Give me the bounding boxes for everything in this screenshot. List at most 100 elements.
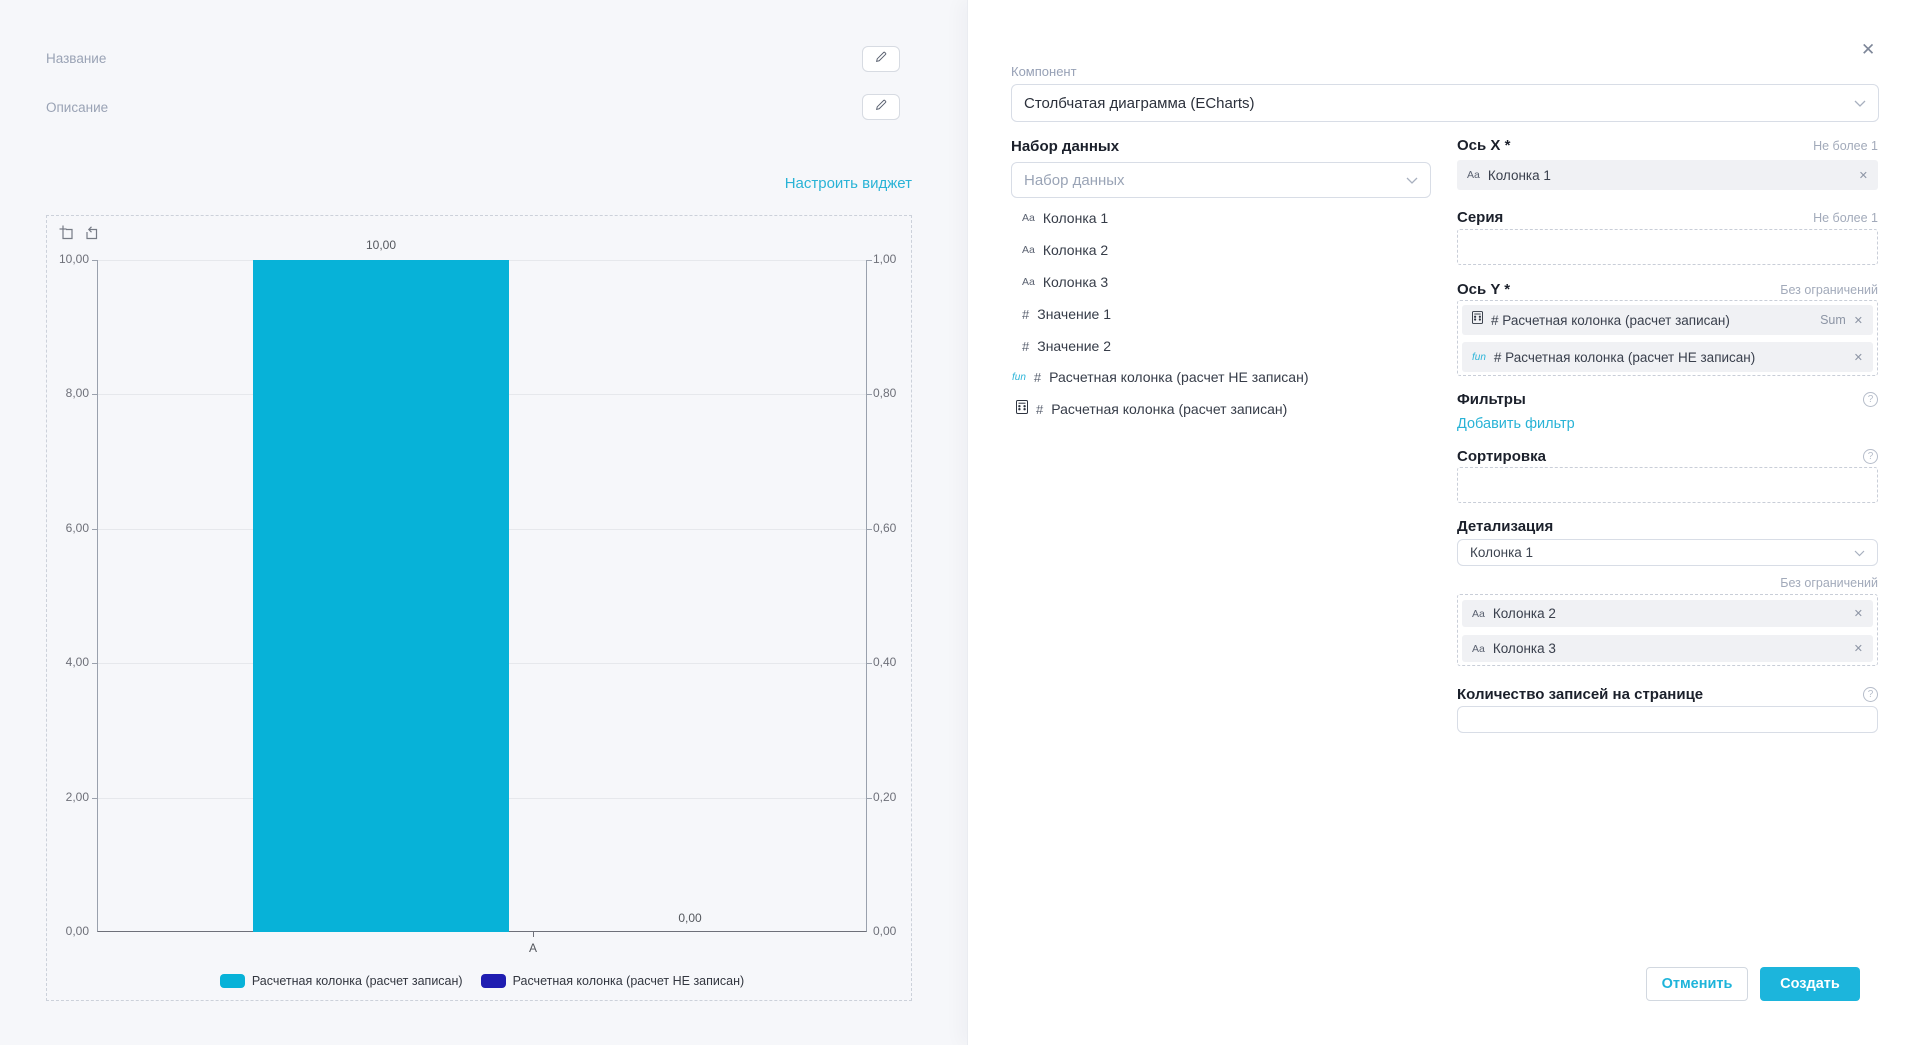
dataset-item-label: Колонка 1 xyxy=(1043,210,1108,226)
axis-tick xyxy=(867,529,872,530)
help-icon[interactable]: ? xyxy=(1863,687,1878,702)
page-size-input[interactable] xyxy=(1457,706,1878,733)
page-size-title: Количество записей на странице xyxy=(1457,686,1703,703)
series-dropzone[interactable] xyxy=(1457,229,1878,265)
edit-name-button[interactable] xyxy=(862,46,900,72)
dataset-item-column-3[interactable]: Aa Колонка 3 xyxy=(1022,270,1108,294)
dataset-item-calc-not-recorded[interactable]: fun # Расчетная колонка (расчет НЕ запис… xyxy=(1012,365,1309,389)
restore-icon[interactable] xyxy=(83,225,100,242)
remove-icon[interactable]: ✕ xyxy=(1854,607,1863,620)
cancel-button[interactable]: Отменить xyxy=(1646,967,1748,1001)
y-axis-section-header: Ось Y * Без ограничений xyxy=(1457,281,1878,298)
dataset-select[interactable]: Набор данных xyxy=(1011,162,1431,198)
chart-legend: Расчетная колонка (расчет записан) Расче… xyxy=(97,974,867,988)
hash-icon: # xyxy=(1022,339,1029,354)
detail-select-value: Колонка 1 xyxy=(1470,545,1533,560)
x-axis-title: Ось X * xyxy=(1457,137,1510,154)
configure-widget-link[interactable]: Настроить виджет xyxy=(771,175,912,192)
dataset-select-placeholder: Набор данных xyxy=(1024,172,1125,189)
remove-icon[interactable]: ✕ xyxy=(1859,169,1868,182)
datazoom-icon[interactable] xyxy=(59,225,76,242)
detail-chip-column-2[interactable]: Aa Колонка 2 ✕ xyxy=(1462,600,1873,627)
fun-icon: fun xyxy=(1012,372,1026,383)
component-select[interactable]: Столбчатая диаграмма (ECharts) xyxy=(1011,84,1879,122)
dataset-item-column-2[interactable]: Aa Колонка 2 xyxy=(1022,238,1108,262)
remove-icon[interactable]: ✕ xyxy=(1854,351,1863,364)
widget-config-panel: ✕ Компонент Столбчатая диаграмма (EChart… xyxy=(967,0,1919,1045)
axis-tick xyxy=(867,663,872,664)
component-label: Компонент xyxy=(1011,64,1077,79)
bar-series-1[interactable] xyxy=(253,260,509,932)
y-axis-left-tick: 8,00 xyxy=(47,386,89,400)
dataset-item-label: Колонка 2 xyxy=(1043,242,1108,258)
y-axis-right-tick: 0,60 xyxy=(873,521,896,535)
remove-icon[interactable]: ✕ xyxy=(1854,642,1863,655)
dataset-item-label: Значение 1 xyxy=(1037,306,1111,322)
remove-icon[interactable]: ✕ xyxy=(1854,314,1863,327)
detail-chip-column-3[interactable]: Aa Колонка 3 ✕ xyxy=(1462,635,1873,662)
help-icon[interactable]: ? xyxy=(1863,449,1878,464)
dataset-item-calc-recorded[interactable]: # Расчетная колонка (расчет записан) xyxy=(1016,397,1287,421)
detail-dropzone[interactable]: Aa Колонка 2 ✕ Aa Колонка 3 ✕ xyxy=(1457,594,1878,666)
dataset-heading: Набор данных xyxy=(1011,138,1119,155)
x-category-label: A xyxy=(483,941,583,955)
legend-item-series-2[interactable]: Расчетная колонка (расчет НЕ записан) xyxy=(481,974,745,988)
x-axis-chip-label: Колонка 1 xyxy=(1488,168,1551,183)
legend-swatch-cyan xyxy=(220,974,245,988)
legend-swatch-navy xyxy=(481,974,506,988)
aa-icon: Aa xyxy=(1022,276,1035,288)
y-axis-right-tick: 0,20 xyxy=(873,790,896,804)
name-field-label: Название xyxy=(46,51,106,66)
y-axis-chip-label: # Расчетная колонка (расчет НЕ записан) xyxy=(1494,350,1755,365)
bar-zero-value-label: 0,00 xyxy=(590,911,790,925)
dataset-item-column-1[interactable]: Aa Колонка 1 xyxy=(1022,206,1108,230)
calculator-icon xyxy=(1016,400,1028,419)
series-section-header: Серия Не более 1 xyxy=(1457,209,1878,226)
x-axis-tick xyxy=(533,932,534,937)
chevron-down-icon xyxy=(1854,94,1866,112)
calculator-icon xyxy=(1472,311,1483,329)
dataset-item-label: Расчетная колонка (расчет НЕ записан) xyxy=(1049,369,1308,385)
chevron-down-icon xyxy=(1406,171,1418,189)
y-axis-title: Ось Y * xyxy=(1457,281,1510,298)
legend-item-series-1[interactable]: Расчетная колонка (расчет записан) xyxy=(220,974,463,988)
bar-value-label: 10,00 xyxy=(253,238,509,252)
series-limit-hint: Не более 1 xyxy=(1813,211,1878,225)
y-axis-dropzone[interactable]: # Расчетная колонка (расчет записан) Sum… xyxy=(1457,300,1878,376)
dataset-item-value-1[interactable]: # Значение 1 xyxy=(1022,302,1111,326)
create-button[interactable]: Создать xyxy=(1760,967,1860,1001)
description-field-label: Описание xyxy=(46,100,108,115)
component-select-value: Столбчатая диаграмма (ECharts) xyxy=(1024,95,1255,112)
y-axis-chip-recorded[interactable]: # Расчетная колонка (расчет записан) Sum… xyxy=(1462,305,1873,335)
aa-icon: Aa xyxy=(1472,643,1485,655)
aa-icon: Aa xyxy=(1467,169,1480,181)
x-axis-section-header: Ось X * Не более 1 xyxy=(1457,137,1878,154)
hash-icon: # xyxy=(1036,402,1043,417)
series-title: Серия xyxy=(1457,209,1503,226)
filters-section-header: Фильтры ? xyxy=(1457,391,1878,408)
page-size-section-header: Количество записей на странице ? xyxy=(1457,686,1878,703)
edit-description-button[interactable] xyxy=(862,94,900,120)
detail-select[interactable]: Колонка 1 xyxy=(1457,539,1878,566)
hash-icon: # xyxy=(1022,307,1029,322)
pencil-icon xyxy=(874,50,888,69)
detail-chip-label: Колонка 2 xyxy=(1493,606,1556,621)
sorting-section-header: Сортировка ? xyxy=(1457,448,1878,465)
close-icon[interactable]: ✕ xyxy=(1861,41,1875,58)
y-axis-chip-not-recorded[interactable]: fun # Расчетная колонка (расчет НЕ запис… xyxy=(1462,342,1873,372)
help-icon[interactable]: ? xyxy=(1863,392,1878,407)
axis-tick xyxy=(867,394,872,395)
sorting-title: Сортировка xyxy=(1457,448,1546,465)
y-axis-left-tick: 6,00 xyxy=(47,521,89,535)
x-axis-chip[interactable]: Aa Колонка 1 ✕ xyxy=(1457,160,1878,190)
aggregation-badge[interactable]: Sum xyxy=(1820,313,1846,327)
add-filter-link[interactable]: Добавить фильтр xyxy=(1457,416,1575,432)
y-axis-left-tick: 4,00 xyxy=(47,655,89,669)
axis-tick xyxy=(867,260,872,261)
legend-label: Расчетная колонка (расчет записан) xyxy=(252,974,463,988)
pencil-icon xyxy=(874,98,888,117)
aa-icon: Aa xyxy=(1472,608,1485,620)
sorting-dropzone[interactable] xyxy=(1457,467,1878,503)
dataset-item-value-2[interactable]: # Значение 2 xyxy=(1022,334,1111,358)
plot-area: 10,00 0,00 A xyxy=(97,260,867,932)
